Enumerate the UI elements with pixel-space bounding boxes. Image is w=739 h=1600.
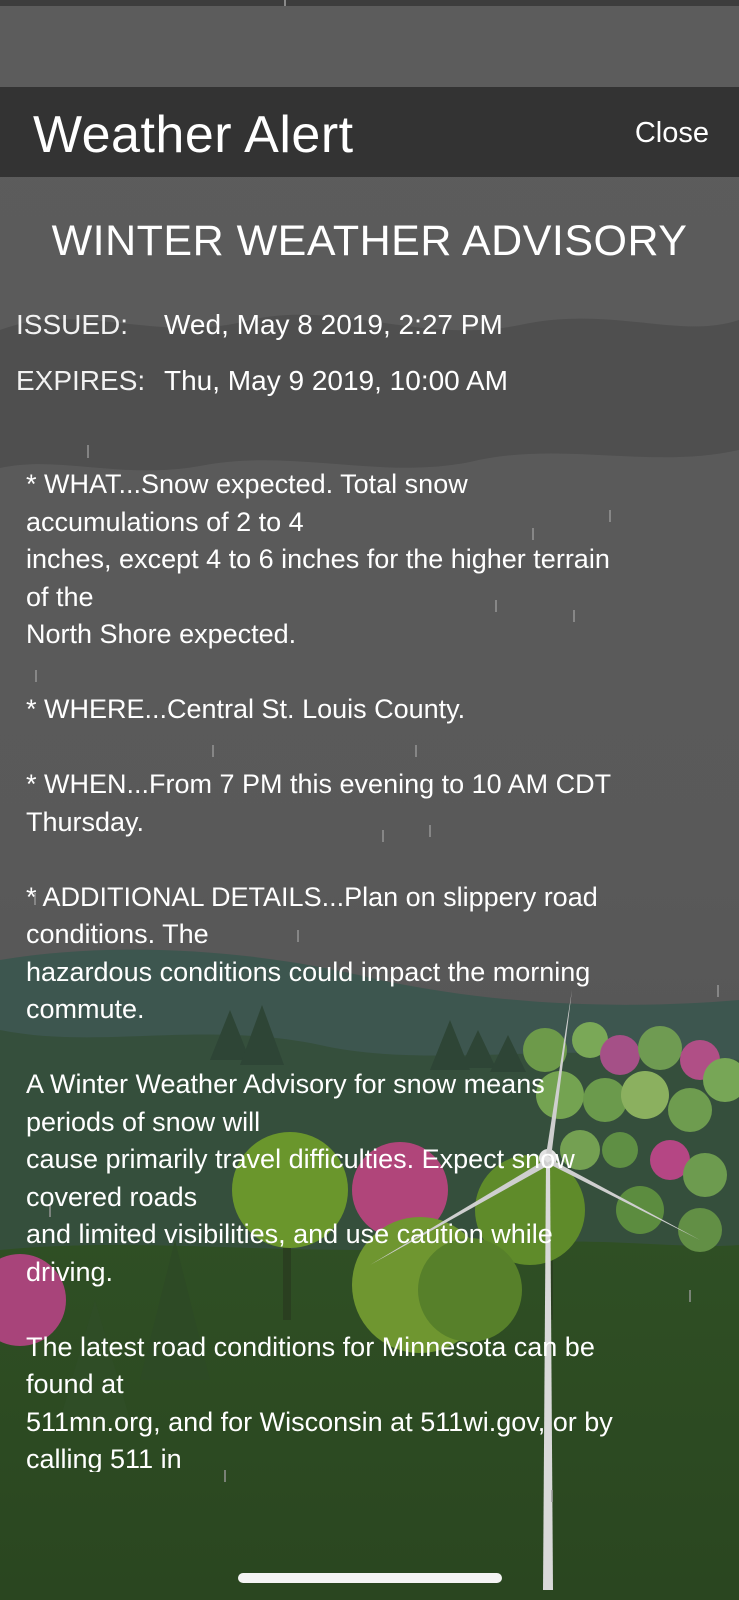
issued-row: ISSUED: Wed, May 8 2019, 2:27 PM: [16, 309, 503, 341]
home-indicator-bar[interactable]: [238, 1573, 502, 1583]
close-button[interactable]: Close: [635, 117, 709, 150]
page-title: Weather Alert: [33, 106, 354, 164]
expires-label: EXPIRES:: [16, 365, 146, 396]
expires-row: EXPIRES: Thu, May 9 2019, 10:00 AM: [16, 365, 508, 397]
issued-value: Wed, May 8 2019, 2:27 PM: [164, 309, 503, 340]
top-strip: [0, 0, 739, 6]
advisory-headline: WINTER WEATHER ADVISORY: [51, 217, 688, 265]
top-strip-mark: [284, 0, 286, 6]
alert-header: Weather Alert Close: [0, 87, 739, 177]
issued-label: ISSUED:: [16, 309, 129, 340]
expires-value: Thu, May 9 2019, 10:00 AM: [164, 365, 508, 396]
alert-description: * WHAT...Snow expected. Total snow accum…: [26, 469, 613, 1472]
alert-content[interactable]: WINTER WEATHER ADVISORY ISSUED: Wed, May …: [0, 177, 739, 1472]
